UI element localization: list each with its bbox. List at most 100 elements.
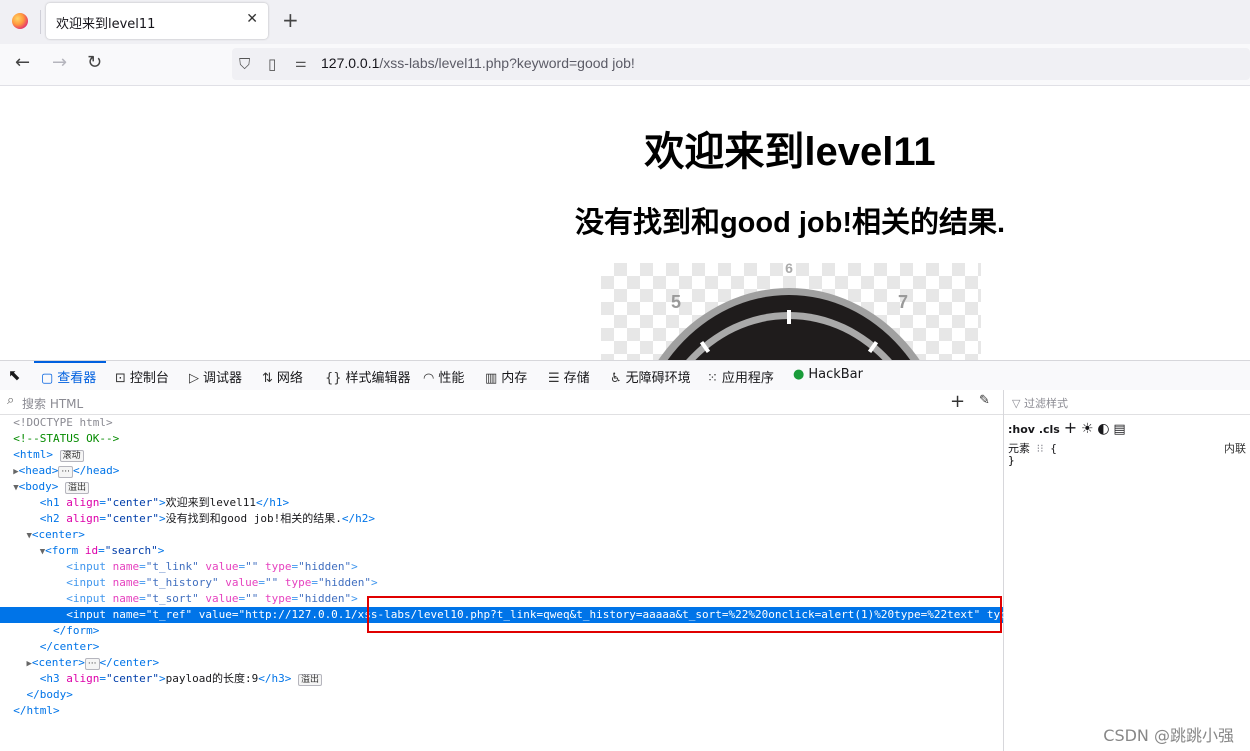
tab-label: 无障碍环境 [625,371,691,386]
tab-label: 应用程序 [721,371,774,386]
ellipsis-badge[interactable]: ··· [84,658,100,670]
tab-accessibility[interactable]: ♿ 无障碍环境 [610,367,691,386]
markup-line-h1[interactable]: <h1 align="center">欢迎来到level11</h1> [0,495,1003,511]
tab-bar: 欢迎来到level11 ✕ + [0,0,1250,44]
tab-application[interactable]: ⁙ 应用程序 [707,367,774,386]
tab-network[interactable]: ⇅ 网络 [262,367,303,386]
clock-number-7: 7 [898,292,908,312]
shield-icon[interactable]: ⛉ [239,55,250,73]
markup-line-input-t-link[interactable]: <input name="t_link" value="" type="hidd… [0,559,1003,575]
ellipsis-badge[interactable]: ··· [58,466,74,478]
back-arrow-icon[interactable]: ← [15,53,30,73]
accessibility-icon: ♿ [610,371,622,386]
tab-label: 调试器 [203,371,243,386]
tab-label: 性能 [438,371,465,386]
markup-line-center-collapsed[interactable]: ▶<center> ··· </center> [0,655,1003,671]
tab-label: 查看器 [57,371,97,386]
page-subheading: 没有找到和good job!相关的结果. [574,207,1006,239]
inline-label[interactable]: 内联 [1224,440,1246,456]
clock-number-6: 6 [785,263,793,276]
tab-label: 存储 [563,371,590,386]
url-bar[interactable]: ⛉ ▯ ⚌ 127.0.0.1/xss-labs/level11.php?key… [232,48,1250,80]
watermark: CSDN @跳跳小强 [1103,726,1234,745]
network-icon: ⇅ [262,371,273,386]
search-placeholder: 搜索 HTML [22,397,84,411]
filter-styles-input[interactable]: ▽ 过滤样式 [1012,395,1068,411]
firefox-logo-icon[interactable] [12,13,28,29]
rules-panel: ▽ 过滤样式 :hov .cls + ☀ ◐ ▤ 元素 ⁝⁝ { 内联 } [1004,390,1250,751]
tab-console[interactable]: ⊡ 控制台 [115,367,169,386]
highlight-annotation-box [367,596,1002,633]
light-mode-icon[interactable]: ☀ [1081,421,1094,437]
clock-number-5: 5 [671,292,681,312]
markup-line-form[interactable]: ▼<form id="search"> [0,543,1003,559]
clock-illustration: 6 5 7 [658,263,920,360]
tab-title: 欢迎来到level11 [56,17,156,32]
url-path: /xss-labs/level11.php?keyword=good job! [379,55,635,71]
markup-line-html-close[interactable]: </html> [0,703,1003,719]
divider [40,10,41,34]
markup-line-comment[interactable]: <!--STATUS OK--> [0,431,1003,447]
forward-arrow-icon[interactable]: → [52,53,67,73]
search-html-input[interactable]: ⌕ 搜索 HTML + ✎ [0,390,1003,415]
url-host: 127.0.0.1 [321,55,380,71]
overflow-badge[interactable]: 溢出 [297,674,322,686]
devtools-toolbar: ⬉ ▢ 查看器 ⊡ 控制台 ▷ 调试器 ⇅ 网络 {} 样式编辑器 ◠ 性能 ▥ 内存 ☰ 存储… [0,360,1250,391]
markup-line-body-close[interactable]: </body> [0,687,1003,703]
page-heading: 欢迎来到level11 [644,130,936,174]
hackbar-icon: ● [793,367,805,382]
hov-toggle[interactable]: :hov [1008,423,1035,436]
dark-mode-icon[interactable]: ◐ [1097,421,1109,437]
tab-label: HackBar [808,367,863,382]
markup-line-h3[interactable]: <h3 align="center">payload的长度:9</h3> 溢出 [0,671,1003,687]
doctype-text: <!DOCTYPE html> [13,416,113,429]
print-icon[interactable]: ▤ [1113,422,1125,437]
filter-icon: ▽ [1012,397,1024,410]
close-icon[interactable]: ✕ [246,11,258,27]
console-icon: ⊡ [115,371,126,386]
element-rule-selector: 元素 ⁝⁝ { [1008,442,1057,455]
markup-panel: ⌕ 搜索 HTML + ✎ <!DOCTYPE html> <!--STATUS… [0,390,1080,751]
tab-memory[interactable]: ▥ 内存 [485,367,527,386]
storage-icon: ☰ [548,371,560,386]
url-text[interactable]: 127.0.0.1/xss-labs/level11.php?keyword=g… [321,55,635,71]
tab-label: 内存 [501,371,528,386]
markup-line-head[interactable]: ▶<head> ··· </head> [0,463,1003,479]
markup-line-input-t-history[interactable]: <input name="t_history" value="" type="h… [0,575,1003,591]
markup-line-doctype[interactable]: <!DOCTYPE html> [0,415,1003,431]
tab-performance[interactable]: ◠ 性能 [423,367,464,386]
tab-hackbar[interactable]: ● HackBar [793,367,863,382]
permissions-icon[interactable]: ⚌ [295,56,307,71]
active-tab-indicator [34,361,106,363]
page-icon[interactable]: ▯ [268,55,276,73]
reload-icon[interactable]: ↻ [87,53,102,73]
cls-toggle[interactable]: .cls [1039,423,1060,436]
scroll-badge[interactable]: 滚动 [59,450,84,462]
add-node-button[interactable]: + [950,391,965,412]
h3-text: payload的长度:9 [165,672,259,685]
tab-debugger[interactable]: ▷ 调试器 [189,367,242,386]
markup-line-body[interactable]: ▼<body> 溢出 [0,479,1003,495]
navigation-bar: ← → ↻ ⛉ ▯ ⚌ 127.0.0.1/xss-labs/level11.p… [0,44,1250,86]
eyedropper-icon[interactable]: ✎ [979,393,990,408]
markup-line-center-close[interactable]: </center> [0,639,1003,655]
markup-line-center[interactable]: ▼<center> [0,527,1003,543]
debugger-icon: ▷ [189,371,199,386]
new-tab-button[interactable]: + [282,10,299,30]
browser-tab[interactable]: 欢迎来到level11 ✕ [46,3,268,39]
inspector-icon: ▢ [41,371,54,386]
page-content: 欢迎来到level11 没有找到和good job!相关的结果. 6 5 7 [0,86,1250,360]
h1-text: 欢迎来到level11 [165,496,256,509]
tab-style-editor[interactable]: {} 样式编辑器 [325,367,411,386]
comment-text: <!--STATUS OK--> [13,432,120,445]
add-rule-button[interactable]: + [1064,418,1077,437]
overflow-badge[interactable]: 溢出 [65,482,90,494]
tab-label: 样式编辑器 [345,371,411,386]
markup-line-h2[interactable]: <h2 align="center">没有找到和good job!相关的结果.<… [0,511,1003,527]
clock-image: 6 5 7 [601,263,981,360]
markup-line-html[interactable]: <html> 滚动 [0,447,1003,463]
rules-toolbar: :hov .cls + ☀ ◐ ▤ [1008,418,1126,437]
tab-inspector[interactable]: ▢ 查看器 [41,367,96,386]
element-picker-icon[interactable]: ⬉ [8,366,21,384]
tab-storage[interactable]: ☰ 存储 [548,367,590,386]
